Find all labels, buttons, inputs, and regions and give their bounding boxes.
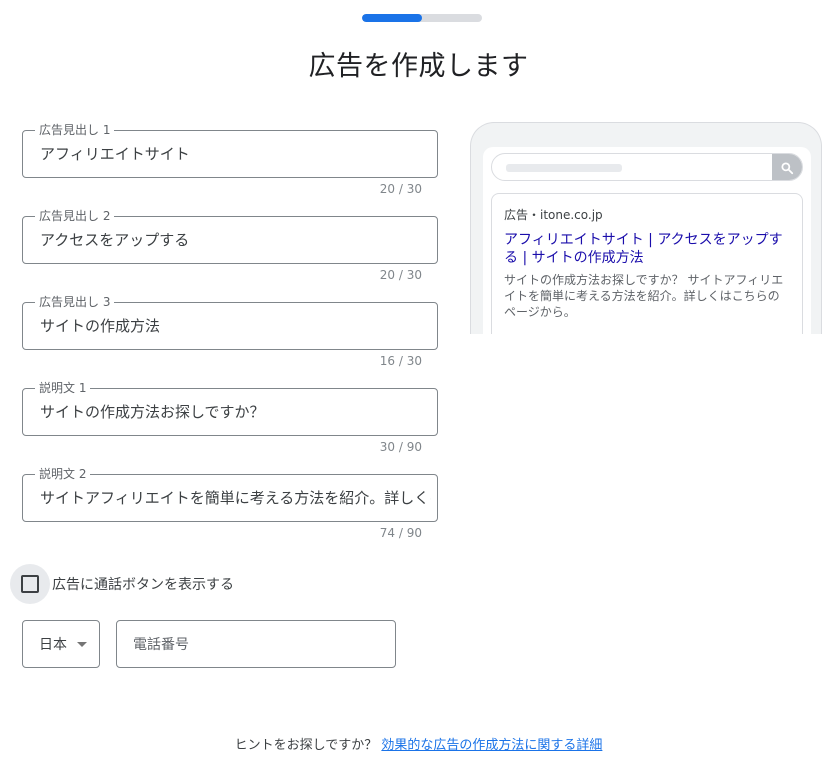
headline-3-field[interactable]: 広告見出し 3 サイトの作成方法 16 / 30 bbox=[22, 294, 438, 368]
ad-label: 広告・itone.co.jp bbox=[504, 208, 603, 222]
search-placeholder-bar bbox=[506, 164, 622, 172]
headline-3-label: 広告見出し 3 bbox=[35, 294, 115, 310]
description-1-label: 説明文 1 bbox=[35, 380, 91, 396]
headline-1-label: 広告見出し 1 bbox=[35, 122, 115, 138]
headline-1-counter: 20 / 30 bbox=[379, 182, 422, 196]
headline-2-input[interactable]: 広告見出し 2 アクセスをアップする bbox=[22, 208, 438, 264]
headline-2-value[interactable]: アクセスをアップする bbox=[40, 230, 431, 250]
description-2-value[interactable]: サイトアフィリエイトを簡単に考える方法を紹介。詳しくはこちらのページから。 bbox=[40, 488, 431, 508]
description-1-field[interactable]: 説明文 1 サイトの作成方法お探しですか？ 30 / 90 bbox=[22, 380, 438, 454]
ad-preview-screen: 広告・itone.co.jp アフィリエイトサイト | アクセスをアップする |… bbox=[483, 147, 811, 334]
country-select[interactable]: 日本 bbox=[22, 620, 100, 668]
headline-1-field[interactable]: 広告見出し 1 アフィリエイトサイト 20 / 30 bbox=[22, 122, 438, 196]
preview-search-button bbox=[772, 154, 802, 180]
call-button-option[interactable]: 広告に通話ボタンを表示する bbox=[10, 564, 234, 604]
ad-preview-headline: アフィリエイトサイト | アクセスをアップする | サイトの作成方法 bbox=[504, 232, 783, 266]
footer-text: ヒントをお探しですか？ bbox=[234, 738, 378, 753]
phone-placeholder: 電話番号 bbox=[133, 637, 189, 653]
headline-1-value[interactable]: アフィリエイトサイト bbox=[40, 144, 431, 164]
page-title: 広告を作成します bbox=[308, 51, 529, 82]
description-2-field[interactable]: 説明文 2 サイトアフィリエイトを簡単に考える方法を紹介。詳しくはこちらのページ… bbox=[22, 466, 438, 540]
headline-2-counter: 20 / 30 bbox=[379, 268, 422, 282]
ad-preview-phone: 広告・itone.co.jp アフィリエイトサイト | アクセスをアップする |… bbox=[470, 122, 822, 334]
call-button-checkbox[interactable] bbox=[21, 575, 39, 593]
description-2-label: 説明文 2 bbox=[35, 466, 91, 482]
description-1-value[interactable]: サイトの作成方法お探しですか？ bbox=[40, 402, 431, 422]
description-1-counter: 30 / 90 bbox=[379, 440, 422, 454]
search-icon bbox=[781, 162, 794, 175]
help-link[interactable]: 効果的な広告の作成方法に関する詳細 bbox=[381, 738, 602, 753]
phone-number-input[interactable]: 電話番号 bbox=[116, 620, 396, 668]
progress-bar bbox=[362, 14, 482, 22]
call-button-label[interactable]: 広告に通話ボタンを表示する bbox=[52, 574, 234, 594]
preview-search-bar bbox=[491, 153, 803, 181]
headline-1-input[interactable]: 広告見出し 1 アフィリエイトサイト bbox=[22, 122, 438, 178]
caret-down-icon bbox=[77, 641, 87, 647]
country-value: 日本 bbox=[39, 637, 67, 653]
headline-3-value[interactable]: サイトの作成方法 bbox=[40, 316, 431, 336]
description-2-input[interactable]: 説明文 2 サイトアフィリエイトを簡単に考える方法を紹介。詳しくはこちらのページ… bbox=[22, 466, 438, 522]
ad-preview-description: サイトの作成方法お探しですか？ サイトアフィリエイトを簡単に考える方法を紹介。詳… bbox=[504, 273, 784, 319]
headline-2-label: 広告見出し 2 bbox=[35, 208, 115, 224]
ad-preview-card: 広告・itone.co.jp アフィリエイトサイト | アクセスをアップする |… bbox=[491, 193, 803, 334]
headline-2-field[interactable]: 広告見出し 2 アクセスをアップする 20 / 30 bbox=[22, 208, 438, 282]
description-1-input[interactable]: 説明文 1 サイトの作成方法お探しですか？ bbox=[22, 380, 438, 436]
description-2-counter: 74 / 90 bbox=[379, 526, 422, 540]
headline-3-counter: 16 / 30 bbox=[379, 354, 422, 368]
headline-3-input[interactable]: 広告見出し 3 サイトの作成方法 bbox=[22, 294, 438, 350]
footer-hint: ヒントをお探しですか？ 効果的な広告の作成方法に関する詳細 bbox=[0, 734, 837, 753]
progress-fill bbox=[362, 14, 422, 22]
checkbox-halo[interactable] bbox=[10, 564, 50, 604]
